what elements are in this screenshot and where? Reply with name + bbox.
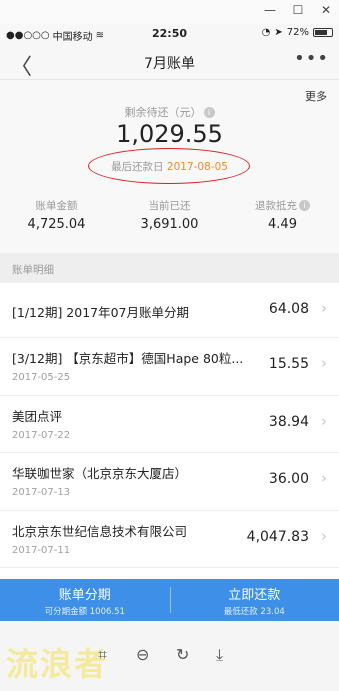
section-label: 账单明细 [12,264,54,276]
item-title: [1/12期] 2017年07月账单分期 [12,305,190,320]
close-button[interactable]: ✕ [319,3,333,17]
installment-sub: 可分期金额 1006.51 [44,607,125,617]
installment-label: 账单分期 [58,588,111,603]
stat-value: 4.49 [268,217,297,232]
item-amount: 36.00 [268,471,309,487]
watermark: 流浪者 [6,645,109,683]
annotation-ellipse [88,148,250,184]
chevron-right-icon: › [321,354,327,372]
item-title: [3/12期] 【京东超市】德国Hape 80粒... [12,351,244,366]
item-date: 2017-07-11 [12,544,71,556]
repay-sub: 最低还款 23.04 [223,607,285,617]
lock-icon: ◔ [261,27,271,38]
list-item[interactable]: [1/12期] 2017年07月账单分期 64.08 › [0,283,339,338]
item-date: 2017-05-25 [12,372,71,383]
more-link[interactable]: 更多 [305,88,327,104]
location-icon: ➤ [274,27,283,38]
item-amount: 64.08 [268,301,309,317]
bill-stats: 账单金额 4,725.04 当前已还 3,691.00 退款抵充 i 4.49 [0,198,339,232]
stat-label: 当前已还 [148,200,191,212]
battery-percent: 72% [286,27,309,38]
zoom-out-icon[interactable]: ⊖ [136,645,149,664]
repay-now-button[interactable]: 立即还款 最低还款 23.04 [169,579,339,621]
stat-refund: 退款抵充 i 4.49 [226,198,339,232]
download-icon[interactable]: ⤓ [216,645,223,665]
bill-summary: 更多 剩余待还（元） i 1,029.55 最后还款日 2017-08-05 账单… [0,80,339,253]
repay-label: 立即还款 [228,588,281,603]
info-icon[interactable]: i [203,107,215,118]
item-date: 2017-07-22 [12,429,71,441]
stat-value: 3,691.00 [140,217,199,232]
list-item[interactable]: 美团点评 2017-07-22 38.94 › [0,396,339,453]
remaining-label-text: 剩余待还（元） [124,106,202,119]
info-icon[interactable]: i [299,200,310,211]
item-amount: 38.94 [268,413,309,430]
viewer-toolbar: 流浪者 ⌗ ⊖ ↻ ⤓ [0,621,339,691]
stat-label: 退款抵充 i [226,198,339,213]
battery-icon [313,28,333,37]
stat-bill-amount: 账单金额 4,725.04 [0,198,113,232]
list-item[interactable]: 北京京东世纪信息技术有限公司 2017-07-11 4,047.83 › [0,511,339,568]
installment-button[interactable]: 账单分期 可分期金额 1006.51 [0,579,170,621]
item-date: 2017-07-13 [12,487,71,498]
list-item[interactable]: 华联咖世家（北京京东大厦店） 2017-07-13 36.00 › [0,453,339,511]
item-title: 华联咖世家（北京京东大厦店） [12,466,188,481]
stat-value: 4,725.04 [27,217,86,232]
stat-paid: 当前已还 3,691.00 [113,198,226,232]
chevron-right-icon: › [321,469,327,487]
nav-header: 〈 7月账单 ••• [0,44,339,80]
chevron-right-icon: › [321,411,327,430]
window-title-bar: — ☐ ✕ [0,0,339,24]
remaining-label: 剩余待还（元） i [0,104,339,120]
rotate-icon[interactable]: ↻ [176,645,189,664]
status-bar: ●●○○○ 中国移动 ≋ 22:50 ◔ ➤ 72% [0,24,339,44]
bottom-action-bar: 账单分期 可分期金额 1006.51 立即还款 最低还款 23.04 [0,579,339,621]
chevron-right-icon: › [321,299,327,317]
item-amount: 4,047.83 [246,528,309,545]
section-header: 账单明细 [0,253,339,283]
page-title: 7月账单 [144,56,195,72]
bill-detail-list: [1/12期] 2017年07月账单分期 64.08 › [3/12期] 【京东… [0,283,339,568]
remaining-amount: 1,029.55 [116,120,223,148]
stat-label-text: 退款抵充 [255,200,297,212]
minimize-button[interactable]: — [263,3,277,17]
item-title: 美团点评 [12,408,63,424]
crop-icon[interactable]: ⌗ [98,645,107,665]
item-title: 北京京东世纪信息技术有限公司 [12,523,188,539]
item-amount: 15.55 [268,356,309,372]
stat-label: 账单金额 [35,200,78,212]
chevron-right-icon: › [321,526,327,545]
list-item[interactable]: [3/12期] 【京东超市】德国Hape 80粒... 2017-05-25 1… [0,338,339,396]
more-options-icon[interactable]: ••• [294,48,329,69]
maximize-button[interactable]: ☐ [291,3,305,17]
